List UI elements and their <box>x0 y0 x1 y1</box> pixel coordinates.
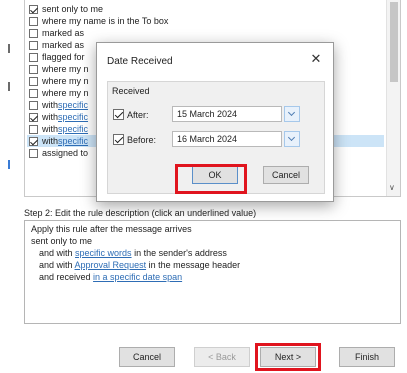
after-dropdown-icon[interactable] <box>284 106 300 122</box>
before-dropdown-icon[interactable] <box>284 131 300 147</box>
after-checkbox[interactable] <box>113 109 124 120</box>
wizard-cancel-button[interactable]: Cancel <box>119 347 175 367</box>
condition-label: with <box>42 100 59 110</box>
condition-checkbox[interactable] <box>29 64 38 74</box>
condition-checkbox[interactable] <box>29 136 38 146</box>
conditions-scrollbar[interactable]: ∨ <box>386 0 400 196</box>
condition-row[interactable]: where my n <box>29 75 89 87</box>
description-line: and received in a specific date span <box>39 272 182 282</box>
scrollbar-thumb[interactable] <box>390 2 398 82</box>
approval-request-link[interactable]: Approval Request <box>75 260 147 270</box>
condition-label: where my n <box>42 76 89 86</box>
condition-label: where my n <box>42 88 89 98</box>
description-line: sent only to me <box>31 236 92 246</box>
condition-row[interactable]: marked as <box>29 39 84 51</box>
edge-mark <box>8 44 10 53</box>
ok-highlight-box <box>175 164 247 194</box>
condition-label: with <box>42 124 59 134</box>
dialog-cancel-button[interactable]: Cancel <box>263 166 309 184</box>
edge-mark <box>8 82 10 91</box>
condition-checkbox[interactable] <box>29 16 38 26</box>
condition-label: where my name is in the To box <box>42 16 169 26</box>
condition-link[interactable]: specific <box>58 112 88 122</box>
condition-row[interactable]: sent only to me <box>29 3 103 15</box>
scroll-down-icon[interactable]: ∨ <box>389 183 395 192</box>
date-span-link[interactable]: in a specific date span <box>93 272 182 282</box>
condition-row[interactable]: with specific <box>29 123 88 135</box>
condition-row[interactable]: with specific <box>29 99 88 111</box>
edge-mark <box>8 160 10 169</box>
received-group-label: Received <box>112 86 150 96</box>
condition-row[interactable]: where my n <box>29 87 89 99</box>
condition-checkbox[interactable] <box>29 100 38 110</box>
step2-label: Step 2: Edit the rule description (click… <box>24 208 257 218</box>
condition-row[interactable]: where my n <box>29 63 89 75</box>
background-window-edge <box>0 0 14 373</box>
description-text: and with <box>39 260 75 270</box>
description-text: sent only to me <box>31 236 93 246</box>
condition-checkbox[interactable] <box>29 88 38 98</box>
condition-label: flagged for <box>42 52 85 62</box>
condition-checkbox[interactable] <box>29 4 38 14</box>
condition-row[interactable]: flagged for <box>29 51 85 63</box>
condition-checkbox[interactable] <box>29 52 38 62</box>
condition-row[interactable]: marked as <box>29 27 84 39</box>
condition-link[interactable]: specific <box>58 136 88 146</box>
condition-checkbox[interactable] <box>29 40 38 50</box>
condition-label: with <box>42 136 59 146</box>
description-text: Apply this rule after the message arrive… <box>31 224 192 234</box>
wizard-back-button[interactable]: < Back <box>194 347 250 367</box>
condition-label: sent only to me <box>42 4 104 14</box>
condition-checkbox[interactable] <box>29 28 38 38</box>
close-icon[interactable]: ✕ <box>309 51 323 67</box>
condition-row[interactable]: with specific <box>29 111 88 123</box>
description-text: in the message header <box>146 260 241 270</box>
next-highlight-box <box>255 343 321 371</box>
wizard-finish-button[interactable]: Finish <box>339 347 395 367</box>
after-date-field[interactable]: 15 March 2024 <box>172 106 282 122</box>
condition-checkbox[interactable] <box>29 112 38 122</box>
condition-link[interactable]: specific <box>58 100 88 110</box>
description-line: and with Approval Request in the message… <box>39 260 240 270</box>
rule-description-box[interactable]: Apply this rule after the message arrive… <box>24 220 401 324</box>
description-text: in the sender's address <box>131 248 227 258</box>
description-text: and received <box>39 272 94 282</box>
condition-label: where my n <box>42 64 89 74</box>
description-text: and with <box>39 248 76 258</box>
condition-row[interactable]: where my name is in the To box <box>29 15 168 27</box>
before-label: Before: <box>127 135 157 145</box>
condition-checkbox[interactable] <box>29 76 38 86</box>
condition-label: marked as <box>42 28 85 38</box>
condition-label: marked as <box>42 40 85 50</box>
description-line: Apply this rule after the message arrive… <box>31 224 192 234</box>
condition-row[interactable]: assigned to <box>29 147 88 159</box>
after-label: After: <box>127 110 149 120</box>
condition-label: with <box>42 112 59 122</box>
before-checkbox[interactable] <box>113 134 124 145</box>
dialog-title: Date Received <box>107 56 173 67</box>
before-date-field[interactable]: 16 March 2024 <box>172 131 282 147</box>
specific-words-link[interactable]: specific words <box>75 248 132 258</box>
condition-label: assigned to <box>42 148 89 158</box>
condition-checkbox[interactable] <box>29 124 38 134</box>
description-line: and with specific words in the sender's … <box>39 248 227 258</box>
condition-link[interactable]: specific <box>58 124 88 134</box>
condition-checkbox[interactable] <box>29 148 38 158</box>
